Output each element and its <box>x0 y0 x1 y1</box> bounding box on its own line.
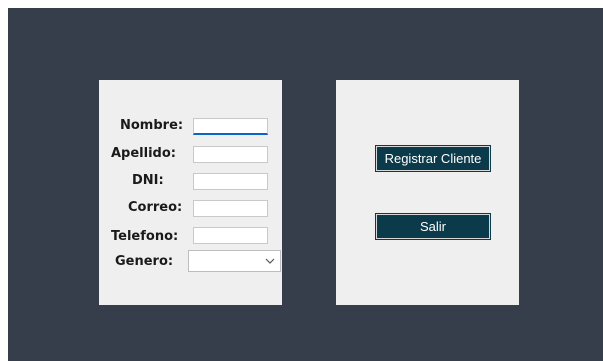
apellido-field[interactable] <box>193 146 268 163</box>
correo-label: Correo: <box>128 200 183 215</box>
app-window: Nombre: Apellido: DNI: Correo: Telefono:… <box>8 8 603 361</box>
genero-select[interactable] <box>188 250 281 272</box>
dni-label: DNI: <box>132 173 164 188</box>
nombre-field[interactable] <box>193 118 268 135</box>
apellido-label: Apellido: <box>111 146 176 161</box>
exit-button[interactable]: Salir <box>375 213 491 240</box>
telefono-field[interactable] <box>193 227 268 244</box>
actions-panel: Registrar Cliente Salir <box>336 80 519 305</box>
register-client-button[interactable]: Registrar Cliente <box>375 145 491 172</box>
correo-field[interactable] <box>193 200 268 217</box>
chevron-down-icon[interactable] <box>265 254 275 268</box>
genero-label: Genero: <box>115 254 174 269</box>
customer-form-panel: Nombre: Apellido: DNI: Correo: Telefono:… <box>99 80 282 305</box>
nombre-label: Nombre: <box>120 118 184 133</box>
dni-field[interactable] <box>193 173 268 190</box>
telefono-label: Telefono: <box>111 229 179 244</box>
